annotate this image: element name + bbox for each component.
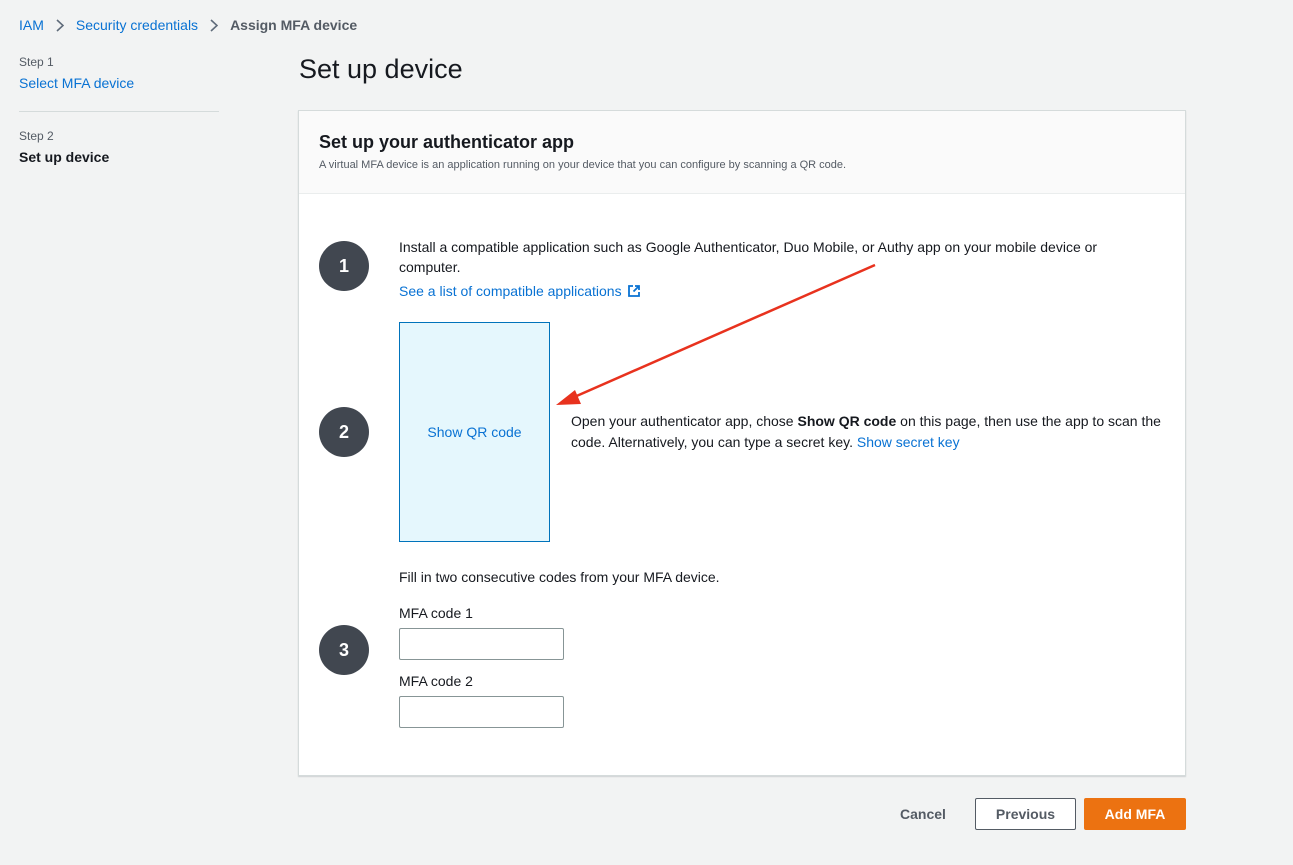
compatible-apps-link[interactable]: See a list of compatible applications	[399, 283, 641, 299]
mfa-code-2-label: MFA code 2	[399, 673, 473, 689]
panel-title: Set up your authenticator app	[319, 132, 575, 152]
previous-button[interactable]: Previous	[975, 798, 1076, 830]
page-title: Set up device	[299, 54, 463, 84]
step-1-instructions: Install a compatible application such as…	[399, 239, 1098, 275]
wizard-steps: Step 1 Select MFA device Step 2 Set up d…	[19, 55, 219, 165]
cancel-button[interactable]: Cancel	[886, 798, 960, 830]
mfa-code-1-input[interactable]	[399, 628, 564, 660]
chevron-right-icon	[56, 18, 64, 32]
step-1-link[interactable]: Select MFA device	[19, 75, 134, 91]
panel-header: Set up your authenticator app A virtual …	[299, 111, 1185, 194]
compatible-apps-link-label: See a list of compatible applications	[399, 283, 622, 299]
step-2-instructions: Open your authenticator app, chose Show …	[571, 411, 1171, 453]
mfa-code-2-input[interactable]	[399, 696, 564, 728]
panel-description: A virtual MFA device is an application r…	[319, 159, 847, 171]
mfa-code-1-label: MFA code 1	[399, 605, 473, 621]
add-mfa-button[interactable]: Add MFA	[1084, 798, 1186, 830]
step-2-title: Set up device	[19, 149, 110, 165]
authenticator-panel: Set up your authenticator app A virtual …	[298, 110, 1186, 776]
breadcrumb-current: Assign MFA device	[230, 17, 358, 33]
step-number-3: 3	[319, 625, 369, 675]
step-2-label: Step 2	[19, 129, 54, 143]
wizard-step-1: Step 1 Select MFA device	[19, 55, 219, 112]
show-qr-code-button[interactable]: Show QR code	[399, 322, 550, 542]
show-secret-key-link[interactable]: Show secret key	[857, 434, 960, 450]
chevron-right-icon	[210, 18, 219, 32]
external-link-icon	[627, 285, 640, 297]
step-2-text-before: Open your authenticator app, chose	[571, 413, 798, 429]
breadcrumb-iam[interactable]: IAM	[19, 17, 44, 33]
breadcrumb: IAM Security credentials Assign MFA devi…	[19, 16, 357, 34]
wizard-step-2: Step 2 Set up device	[19, 112, 219, 165]
breadcrumb-security-credentials[interactable]: Security credentials	[76, 17, 198, 33]
step-1-label: Step 1	[19, 55, 54, 69]
show-qr-code-label: Show QR code	[427, 424, 522, 440]
step-3-instructions: Fill in two consecutive codes from your …	[399, 569, 720, 585]
step-number-1: 1	[319, 241, 369, 291]
step-number-2: 2	[319, 407, 369, 457]
step-2-text-bold: Show QR code	[797, 413, 897, 429]
